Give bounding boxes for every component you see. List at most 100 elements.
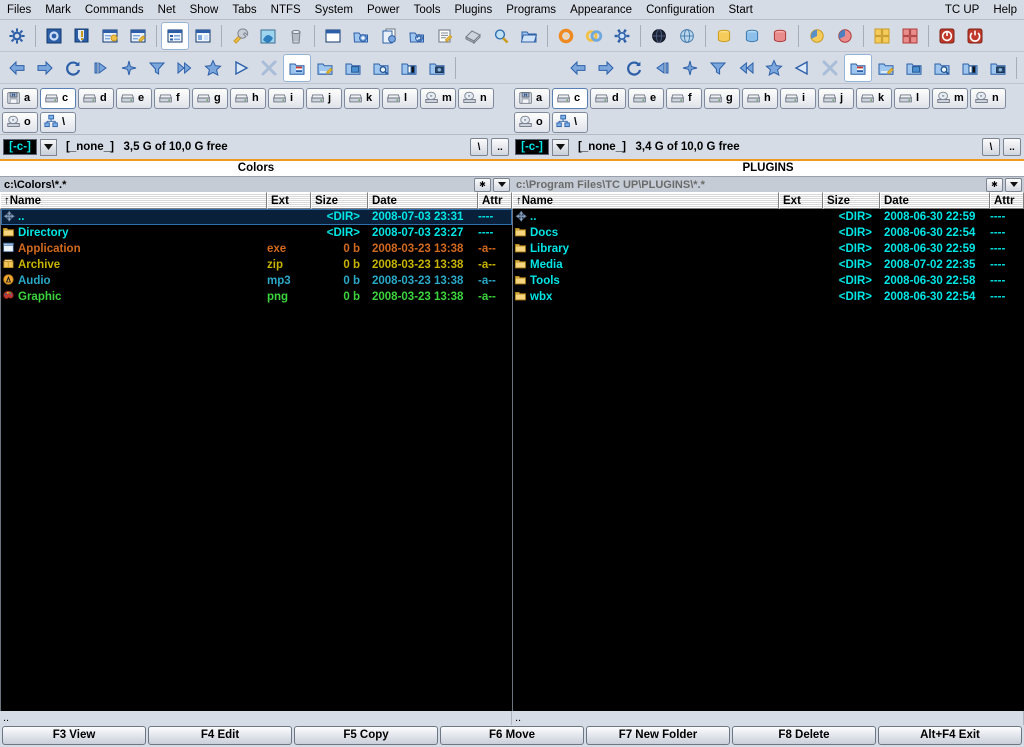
drive-button-left-o[interactable]: o [2,111,38,133]
chevron-down-icon-right[interactable] [552,138,569,156]
refresh-icon[interactable] [620,54,648,82]
drive-button-left-network[interactable]: \ [40,111,76,133]
drive-button-right-n[interactable]: n [970,87,1006,109]
drive-button-left-j[interactable]: j [306,87,342,109]
refresh-icon[interactable] [59,54,87,82]
drive-button-right-i[interactable]: i [780,87,816,109]
list-view-icon[interactable] [161,21,189,50]
gold-rings-icon[interactable] [580,22,608,50]
dark-globe-icon[interactable] [645,22,673,50]
root-dir-button-left[interactable]: \ [470,138,488,156]
column-header-attr-right[interactable]: Attr [990,192,1024,209]
drive-button-right-f[interactable]: f [666,87,702,109]
play-left-icon[interactable] [788,54,816,82]
column-header-size-left[interactable]: Size [311,192,368,209]
menu-item-appearance[interactable]: Appearance [563,2,639,18]
filter-icon[interactable] [704,54,732,82]
drive-button-left-c[interactable]: c [40,87,76,109]
table-row[interactable]: Docs <DIR> 2008-06-30 22:54 ---- [513,225,1024,241]
menu-item-tabs[interactable]: Tabs [225,2,263,18]
tab-plugins[interactable]: PLUGINS [742,162,793,174]
split-view-icon[interactable] [189,22,217,50]
table-row[interactable]: Archive zip 0 b 2008-03-23 13:38 -a-- [1,257,512,273]
favorites-star-icon[interactable] [760,54,788,82]
function-button-f3-view[interactable]: F3 View [2,725,146,745]
window-blank-icon[interactable] [319,22,347,50]
function-button-f4-edit[interactable]: F4 Edit [148,725,292,745]
blue-cog-icon[interactable] [608,22,636,50]
column-header-ext-right[interactable]: Ext [779,192,823,209]
drive-button-left-l[interactable]: l [382,87,418,109]
menu-item-mark[interactable]: Mark [38,2,78,18]
step-right-icon[interactable] [87,54,115,82]
table-row[interactable]: Directory <DIR> 2008-07-03 23:27 ---- [1,225,512,241]
path-text-left[interactable]: c:\Colors\*.* [0,179,474,191]
open-folder-icon[interactable] [515,22,543,50]
tab-flag-icon[interactable] [844,53,872,82]
table-row[interactable]: .. <DIR> 2008-07-03 23:31 ---- [1,209,512,225]
drive-button-right-o[interactable]: o [514,111,550,133]
table-row[interactable]: Graphic png 0 b 2008-03-23 13:38 -a-- [1,289,512,305]
column-header-name-left[interactable]: ↑Name [0,192,267,209]
yellow-grid-icon[interactable] [868,22,896,50]
menu-item-power[interactable]: Power [360,2,407,18]
sparkle-icon[interactable] [115,54,143,82]
table-row[interactable]: Tools <DIR> 2008-06-30 22:58 ---- [513,273,1024,289]
sparkle-icon[interactable] [676,54,704,82]
red-db-icon[interactable] [766,22,794,50]
orange-ring-icon[interactable] [552,22,580,50]
parent-dir-button-left[interactable]: .. [491,138,509,156]
drive-button-left-m[interactable]: m [420,87,456,109]
menu-item-tools[interactable]: Tools [407,2,448,18]
tab-window-icon[interactable] [900,54,928,82]
play-icon[interactable] [227,54,255,82]
menu-item-start[interactable]: Start [722,2,760,18]
table-row[interactable]: Library <DIR> 2008-06-30 22:59 ---- [513,241,1024,257]
drive-button-right-l[interactable]: l [894,87,930,109]
menu-item-plugins[interactable]: Plugins [447,2,499,18]
tab-split-icon[interactable] [956,54,984,82]
drive-button-right-j[interactable]: j [818,87,854,109]
copy-file-icon[interactable] [375,22,403,50]
function-button-f7-new-folder[interactable]: F7 New Folder [586,725,730,745]
fast-backward-icon[interactable] [732,54,760,82]
column-header-date-left[interactable]: Date [368,192,478,209]
menu-item-show[interactable]: Show [183,2,226,18]
tab-photo-icon[interactable] [984,54,1012,82]
forward-arrow-icon[interactable] [592,54,620,82]
chevron-down-icon-path-right[interactable] [1005,177,1022,192]
tab-flag-icon[interactable] [283,53,311,82]
tab-colors[interactable]: Colors [238,162,274,174]
tab-search-icon[interactable] [928,54,956,82]
drive-button-left-h[interactable]: h [230,87,266,109]
drive-button-right-h[interactable]: h [742,87,778,109]
column-header-date-right[interactable]: Date [880,192,990,209]
tab-split-icon[interactable] [395,54,423,82]
drive-button-right-k[interactable]: k [856,87,892,109]
tab-edit-icon[interactable] [872,54,900,82]
drive-button-left-g[interactable]: g [192,87,228,109]
menu-item-configuration[interactable]: Configuration [639,2,721,18]
drive-button-left-f[interactable]: f [154,87,190,109]
config-dialog-icon[interactable] [40,22,68,50]
menu-item-files[interactable]: Files [0,2,38,18]
notepad-edit-icon[interactable] [431,22,459,50]
tab-photo-icon[interactable] [423,54,451,82]
column-header-attr-left[interactable]: Attr [478,192,512,209]
window-star-icon[interactable] [96,22,124,50]
drive-button-left-d[interactable]: d [78,87,114,109]
yellow-db-icon[interactable] [710,22,738,50]
drive-button-left-i[interactable]: i [268,87,304,109]
filter-icon[interactable] [143,54,171,82]
blue-swirl-icon[interactable] [254,22,282,50]
drive-button-left-n[interactable]: n [458,87,494,109]
asterisk-icon-right[interactable]: ✱ [986,177,1003,192]
tab-search-icon[interactable] [367,54,395,82]
menu-item-ntfs[interactable]: NTFS [264,2,308,18]
table-row[interactable]: Audio mp3 0 b 2008-03-23 13:38 -a-- [1,273,512,289]
disk-pack-icon[interactable] [459,22,487,50]
fast-forward-icon[interactable] [171,54,199,82]
back-arrow-icon[interactable] [564,54,592,82]
close-x-icon[interactable] [816,54,844,82]
warning-panel-icon[interactable] [68,22,96,50]
